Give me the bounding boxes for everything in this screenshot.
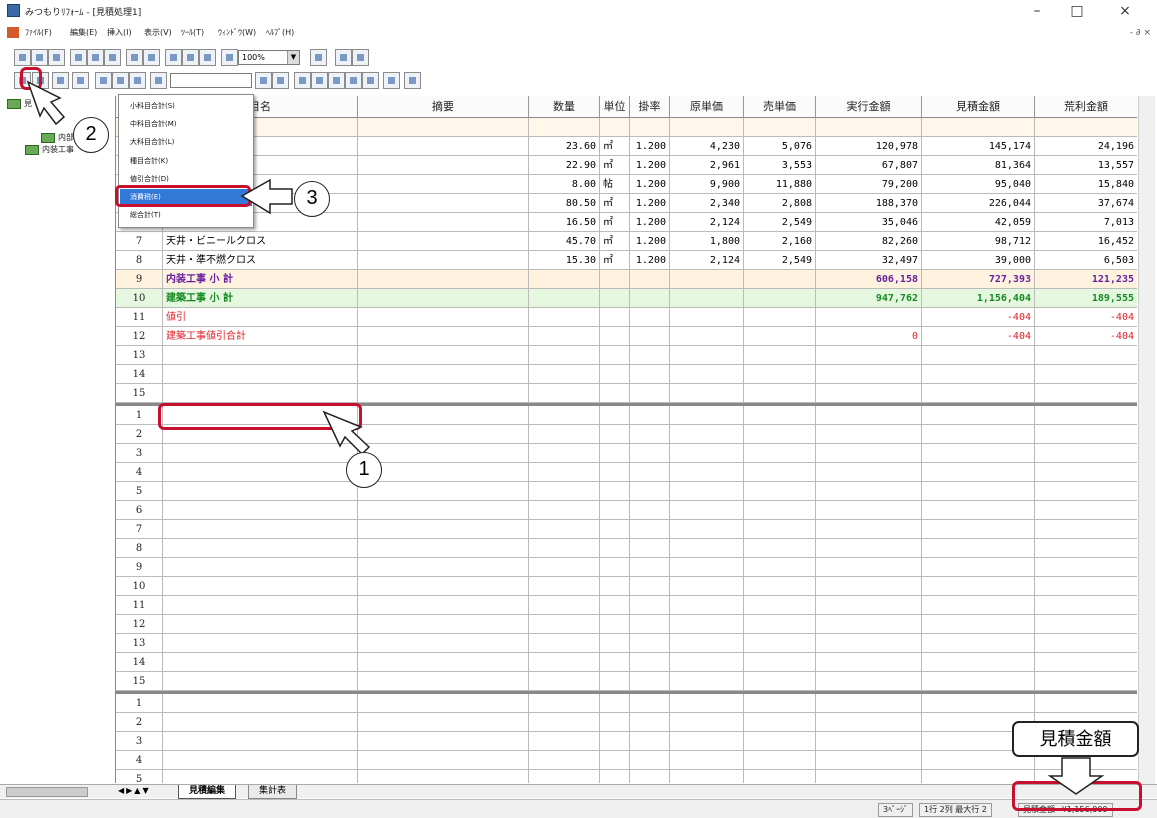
annotation-arrows	[26, 80, 1105, 795]
estimate-callout: 見積金額	[1012, 721, 1139, 757]
pointer-arrow-1	[322, 410, 371, 456]
step-3-marker: 3	[294, 181, 330, 217]
step-2-marker: 2	[73, 117, 109, 153]
callout-arrow	[1047, 757, 1105, 795]
step-1-marker: 1	[346, 452, 382, 488]
pointer-arrow-3	[240, 178, 293, 215]
pointer-arrow-2	[26, 80, 66, 126]
